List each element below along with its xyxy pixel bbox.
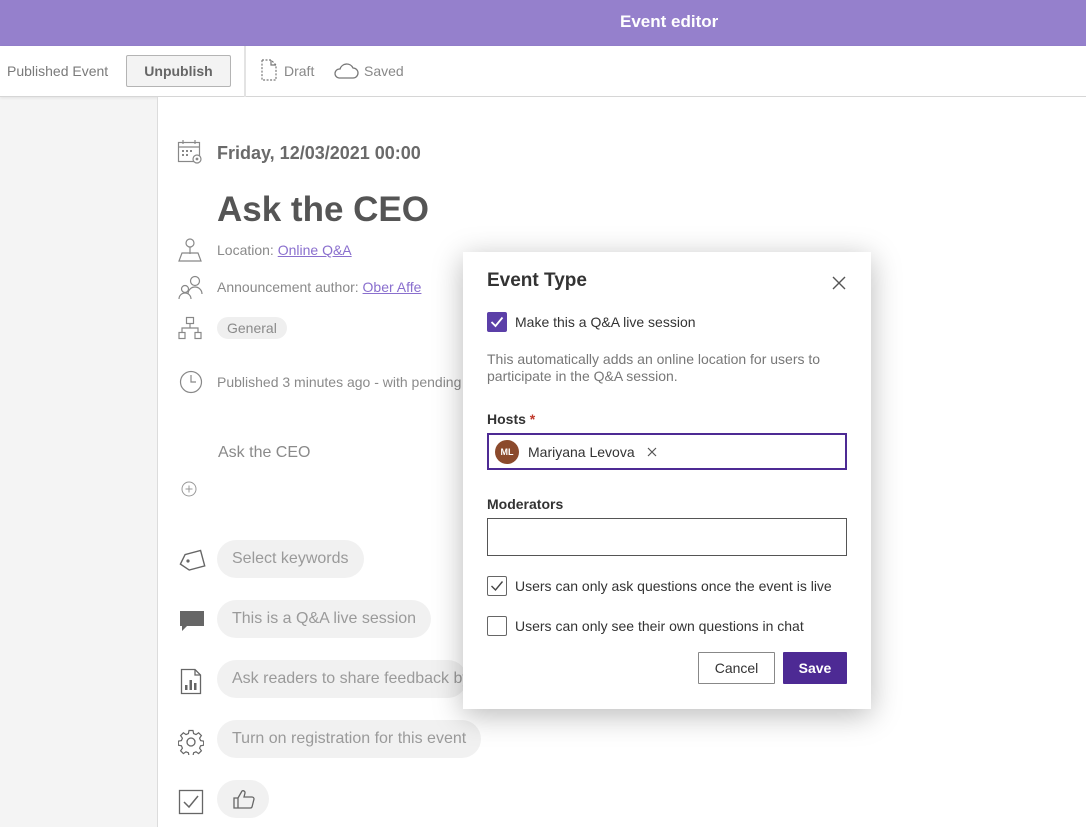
author-users-icon: [178, 274, 204, 305]
check-icon: [491, 581, 504, 592]
qa-session-checkbox[interactable]: [487, 312, 507, 332]
location-row: Location: Online Q&A: [217, 242, 352, 258]
host-name: Mariyana Levova: [528, 444, 635, 460]
cloud-icon: [333, 62, 359, 85]
remove-host-button[interactable]: [645, 445, 659, 459]
event-body-text[interactable]: Ask the CEO: [218, 444, 310, 462]
moderators-label: Moderators: [487, 496, 564, 512]
author-row: Announcement author: Ober Affe: [217, 279, 421, 295]
survey-chart-icon: [180, 668, 202, 700]
qa-session-pill[interactable]: This is a Q&A live session: [217, 600, 432, 638]
clock-icon: [179, 370, 203, 399]
own-questions-checkbox[interactable]: [487, 616, 507, 636]
event-title[interactable]: Ask the CEO: [217, 190, 429, 230]
draft-label: Draft: [284, 63, 315, 79]
publish-status: Published Event: [7, 63, 109, 79]
avatar: ML: [495, 440, 519, 464]
unpublish-button[interactable]: Unpublish: [126, 55, 231, 87]
required-mark: *: [529, 411, 536, 427]
close-icon: [647, 447, 657, 457]
editor-toolbar: Published Event Unpublish Draft Saved: [0, 46, 1086, 97]
live-only-checkbox[interactable]: [487, 576, 507, 596]
dialog-title: Event Type: [487, 270, 587, 291]
host-tag: ML Mariyana Levova: [495, 440, 659, 464]
thumbs-up-icon: [233, 790, 255, 809]
checkbox-square-icon: [178, 789, 204, 820]
calendar-settings-icon[interactable]: [177, 139, 203, 170]
hosts-input[interactable]: ML Mariyana Levova: [487, 433, 847, 470]
draft-document-icon: [260, 59, 278, 86]
cancel-button[interactable]: Cancel: [698, 652, 775, 684]
app-header: Event editor: [0, 0, 1086, 46]
chat-bubble-icon: [179, 609, 205, 638]
location-link[interactable]: Online Q&A: [278, 242, 352, 258]
gear-icon: [177, 729, 205, 760]
add-block-icon[interactable]: [181, 481, 197, 502]
feedback-pill[interactable]: Ask readers to share feedback by: [217, 660, 467, 698]
location-pin-icon: [178, 237, 202, 268]
like-pill[interactable]: [217, 780, 269, 818]
keywords-selector[interactable]: Select keywords: [217, 540, 364, 578]
own-questions-checkbox-label[interactable]: Users can only see their own questions i…: [515, 618, 804, 634]
category-chip[interactable]: General: [217, 317, 287, 339]
live-only-checkbox-label[interactable]: Users can only ask questions once the ev…: [515, 578, 832, 594]
close-icon: [832, 276, 846, 289]
qa-session-checkbox-label[interactable]: Make this a Q&A live session: [515, 314, 696, 330]
moderators-input[interactable]: [487, 518, 847, 556]
author-prefix: Announcement author:: [217, 279, 359, 295]
hosts-label: Hosts *: [487, 411, 536, 427]
hierarchy-icon: [178, 316, 202, 345]
qa-description: This automatically adds an online locati…: [487, 351, 821, 384]
event-date[interactable]: Friday, 12/03/2021 00:00: [217, 143, 421, 164]
toolbar-divider: [244, 46, 246, 97]
author-link[interactable]: Ober Affe: [363, 279, 422, 295]
registration-pill[interactable]: Turn on registration for this event: [217, 720, 482, 758]
published-status-text: Published 3 minutes ago - with pending: [217, 374, 462, 390]
close-button[interactable]: [829, 274, 849, 294]
event-type-dialog: Event Type Make this a Q&A live session …: [463, 252, 871, 709]
save-button[interactable]: Save: [783, 652, 847, 684]
tag-icon: [178, 549, 206, 578]
page-title: Event editor: [620, 12, 719, 31]
location-prefix: Location:: [217, 242, 274, 258]
check-icon: [490, 316, 504, 328]
saved-label: Saved: [364, 63, 404, 79]
